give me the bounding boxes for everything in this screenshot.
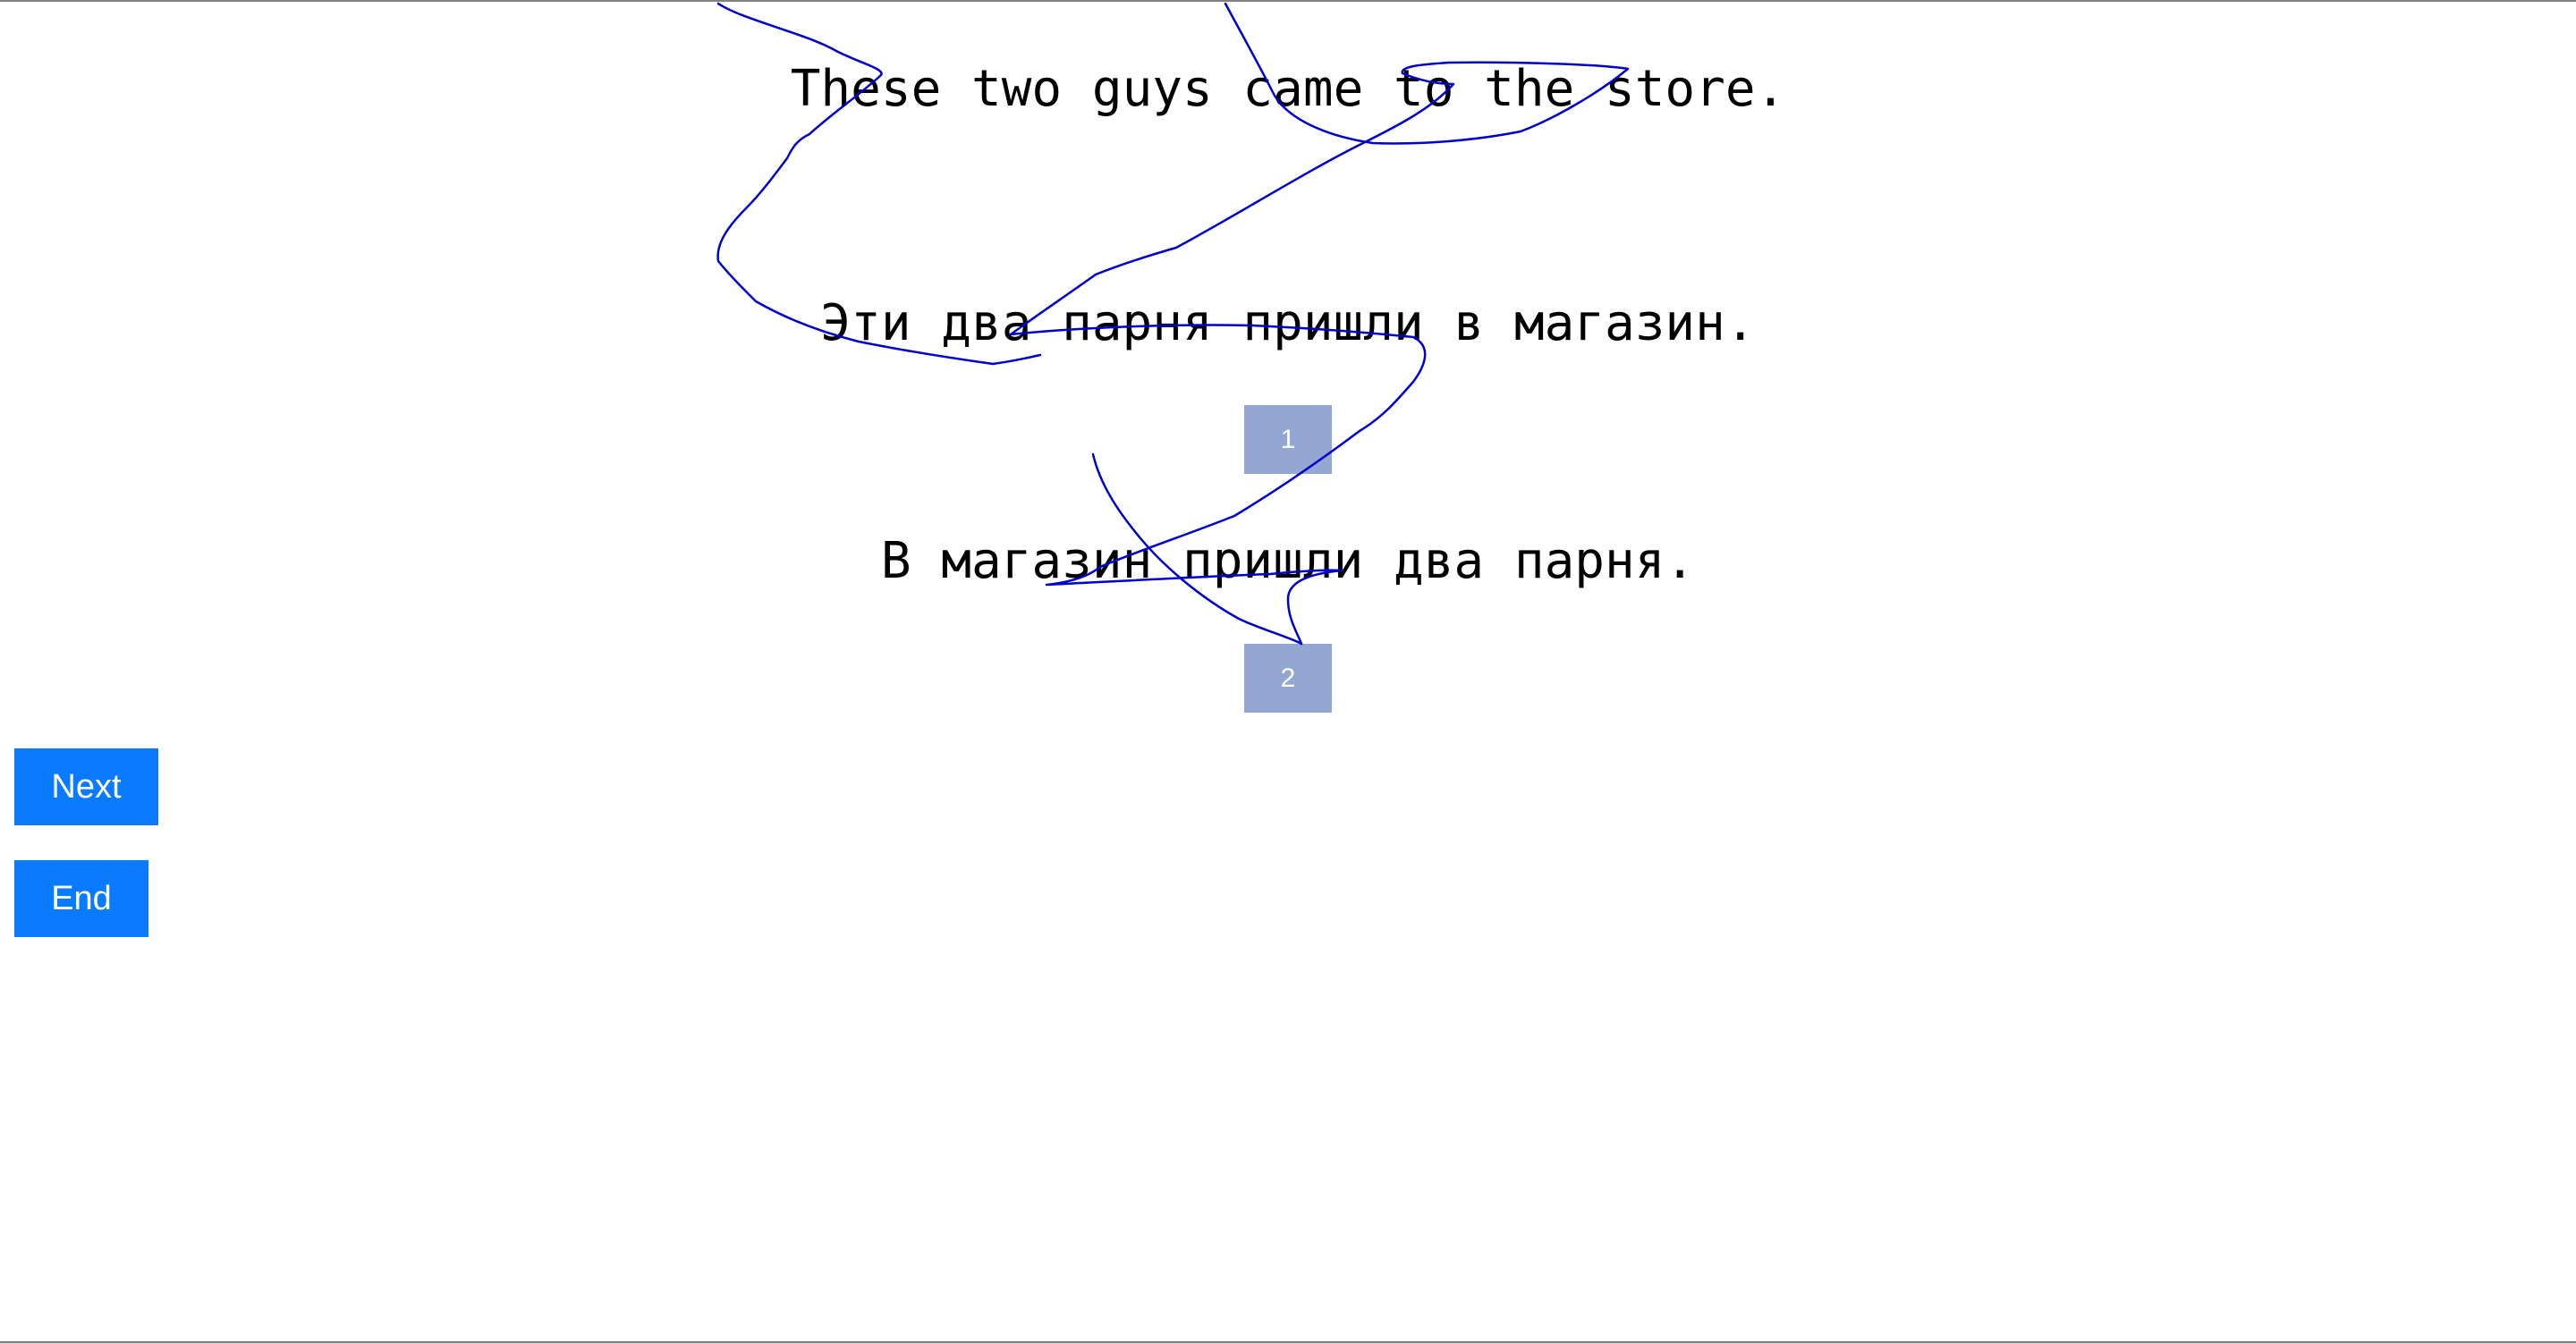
- choice-1-button[interactable]: 1: [1244, 405, 1332, 474]
- next-button[interactable]: Next: [14, 748, 158, 825]
- end-button[interactable]: End: [14, 860, 148, 937]
- page-frame: These two guys came to the store. Эти дв…: [0, 0, 2576, 1343]
- translation-option-2: В магазин пришли два парня.: [880, 532, 1696, 590]
- source-sentence: These two guys came to the store.: [790, 60, 1786, 118]
- translation-option-1: Эти два парня пришли в магазин.: [820, 294, 1756, 352]
- choice-2-button[interactable]: 2: [1244, 644, 1332, 713]
